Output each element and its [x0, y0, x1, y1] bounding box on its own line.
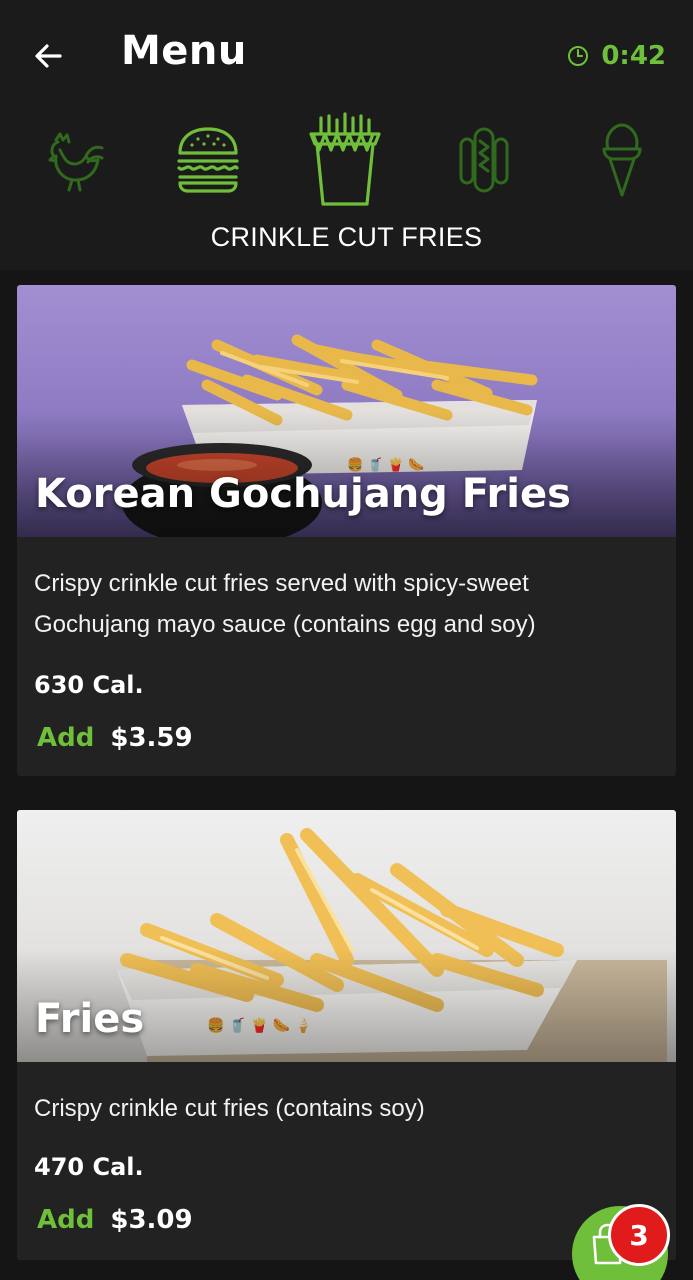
item-photo: 🍔 🥤 🍟 🌭 Korean Gochujang Fries — [17, 285, 676, 537]
add-row: Add $3.09 — [37, 1205, 193, 1235]
burger-icon — [177, 127, 239, 193]
item-price: $3.59 — [110, 723, 193, 753]
item-description: Crispy crinkle cut fries served with spi… — [34, 570, 536, 638]
app-header: Menu 0:42 CRINKLE CUT FRIES — [0, 0, 693, 270]
arrow-left-icon — [35, 44, 62, 68]
category-chicken[interactable] — [36, 105, 112, 215]
item-photo: 🍔 🥤 🍟 🌭 🍦 Fries — [17, 810, 676, 1062]
item-title: Fries — [35, 996, 145, 1042]
page-title: Menu — [121, 28, 247, 74]
add-button[interactable]: Add — [37, 1205, 94, 1235]
category-burger[interactable] — [170, 105, 246, 215]
hot-dog-icon — [459, 127, 509, 193]
timer-value: 0:42 — [601, 41, 666, 71]
chicken-icon — [48, 132, 104, 192]
fries-icon — [309, 112, 381, 206]
menu-item-card[interactable]: 🍔 🥤 🍟 🌭 Korean Gochujang Fries Crispy cr… — [17, 285, 676, 776]
category-hot-dog[interactable] — [446, 105, 522, 215]
item-description: Crispy crinkle cut fries (contains soy) — [34, 1095, 425, 1122]
add-button[interactable]: Add — [37, 723, 94, 753]
category-bar — [0, 105, 693, 215]
category-fries[interactable] — [304, 105, 386, 215]
item-price: $3.09 — [110, 1205, 193, 1235]
category-ice-cream[interactable] — [584, 105, 660, 215]
menu-item-card[interactable]: 🍔 🥤 🍟 🌭 🍦 Fries Crispy crinkle cut fries… — [17, 810, 676, 1260]
add-row: Add $3.59 — [37, 723, 193, 753]
item-calories: 630 Cal. — [34, 671, 144, 699]
item-title: Korean Gochujang Fries — [35, 471, 571, 517]
cart-count-badge: 3 — [608, 1204, 670, 1266]
back-button[interactable] — [26, 34, 70, 78]
clock-icon — [568, 46, 589, 66]
selected-category-label: CRINKLE CUT FRIES — [210, 222, 483, 252]
item-calories: 470 Cal. — [34, 1153, 144, 1181]
ice-cream-icon — [602, 123, 642, 197]
order-timer: 0:42 — [567, 38, 666, 74]
